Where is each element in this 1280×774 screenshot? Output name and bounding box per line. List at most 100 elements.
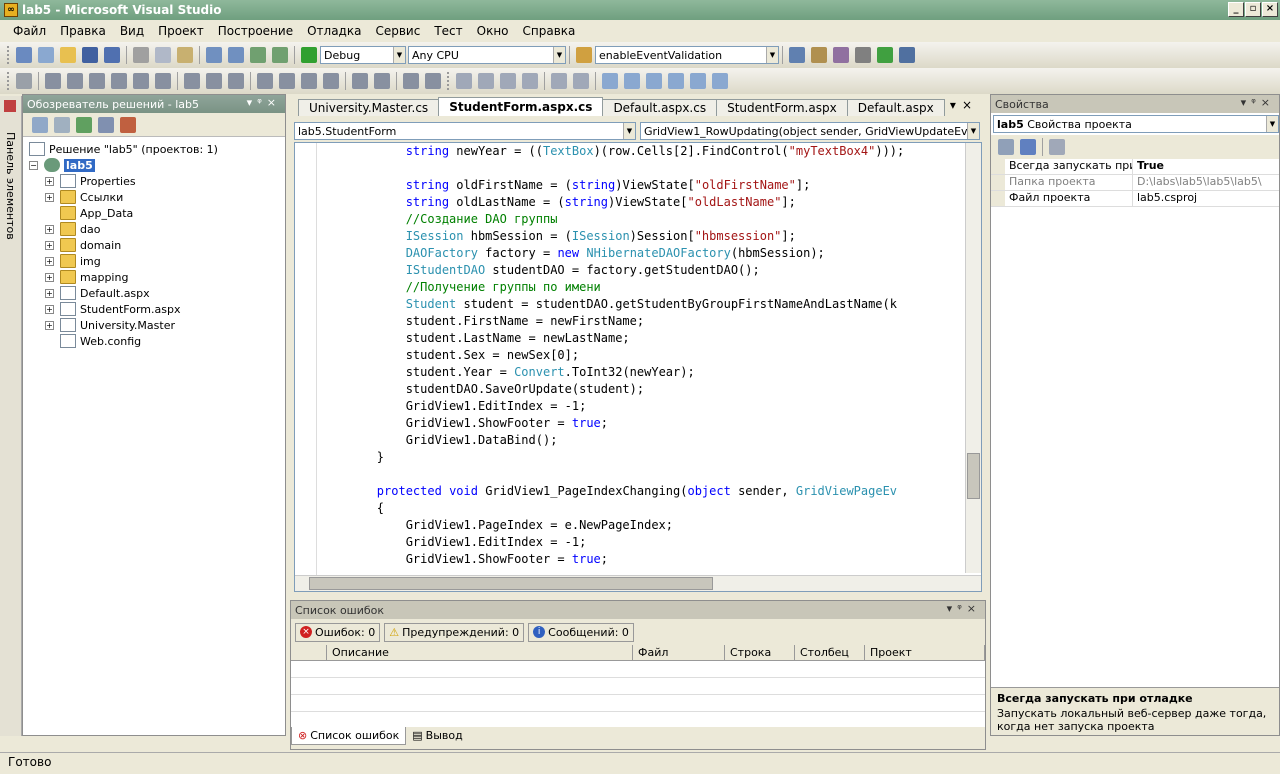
spacing-icon[interactable] <box>257 73 273 89</box>
column-file[interactable]: Файл <box>633 645 725 660</box>
format-icon[interactable] <box>551 73 567 89</box>
add-item-icon[interactable] <box>38 47 54 63</box>
menu-file[interactable]: Файл <box>6 24 53 38</box>
alphabetical-icon[interactable] <box>1020 139 1036 155</box>
tree-item-properties[interactable]: + Properties <box>45 173 285 189</box>
property-row[interactable]: Папка проекта D:\labs\lab5\lab5\lab5\ <box>991 175 1279 191</box>
platform-combo[interactable]: Any CPU ▼ <box>408 46 566 64</box>
close-button[interactable]: × <box>1262 2 1278 17</box>
minimize-button[interactable]: _ <box>1228 2 1244 17</box>
align-center-icon[interactable] <box>67 73 83 89</box>
make-same-width-icon[interactable] <box>184 73 200 89</box>
horizontal-scrollbar[interactable] <box>295 575 981 591</box>
column-description[interactable]: Описание <box>327 645 633 660</box>
tree-item-web-config[interactable]: Web.config <box>45 333 285 349</box>
clear-bookmarks-icon[interactable] <box>712 73 728 89</box>
panel-close-icon[interactable]: × <box>267 96 281 109</box>
next-bookmark-icon[interactable] <box>646 73 662 89</box>
menu-debug[interactable]: Отладка <box>300 24 368 38</box>
open-file-icon[interactable] <box>60 47 76 63</box>
tree-item-app-data[interactable]: App_Data <box>45 205 285 221</box>
config-combo[interactable]: Debug ▼ <box>320 46 406 64</box>
categorized-icon[interactable] <box>998 139 1014 155</box>
tab-default-aspx[interactable]: Default.aspx <box>846 99 945 116</box>
menu-help[interactable]: Справка <box>516 24 583 38</box>
find-combo[interactable]: enableEventValidation ▼ <box>595 46 779 64</box>
make-same-height-icon[interactable] <box>206 73 222 89</box>
copy-website-icon[interactable] <box>98 116 114 133</box>
code-text[interactable]: string newYear = ((TextBox)(row.Cells[2]… <box>319 143 904 568</box>
toolbar-grip[interactable] <box>7 46 10 64</box>
toolbox-icon[interactable] <box>855 47 871 63</box>
panel-close-icon[interactable]: × <box>1261 96 1275 109</box>
send-to-back-icon[interactable] <box>425 73 441 89</box>
member-combo[interactable]: GridView1_RowUpdating(object sender, Gri… <box>640 122 980 140</box>
tree-item-mapping[interactable]: + mapping <box>45 269 285 285</box>
panel-close-icon[interactable]: × <box>967 602 981 615</box>
tree-item-references[interactable]: + Ссылки <box>45 189 285 205</box>
size-to-grid-icon[interactable] <box>228 73 244 89</box>
scrollbar-thumb[interactable] <box>309 577 713 590</box>
panel-dropdown-icon[interactable]: ▾ <box>947 602 958 615</box>
align-middle-icon[interactable] <box>133 73 149 89</box>
pin-icon[interactable]: ᵠ <box>957 602 967 615</box>
solution-root[interactable]: Решение "lab5" (проектов: 1) <box>29 141 285 157</box>
object-selector[interactable]: lab5 Свойства проекта ▼ <box>993 115 1279 133</box>
toolbar-grip[interactable] <box>7 72 10 90</box>
find-in-files-icon[interactable] <box>576 47 592 63</box>
comment-icon[interactable] <box>456 73 472 89</box>
warnings-filter-button[interactable]: ⚠ Предупреждений: 0 <box>384 622 525 642</box>
align-top-icon[interactable] <box>111 73 127 89</box>
menu-test[interactable]: Тест <box>427 24 469 38</box>
remove-spacing-icon[interactable] <box>323 73 339 89</box>
indent-icon[interactable] <box>522 73 538 89</box>
tab-studentform-aspx-cs[interactable]: StudentForm.aspx.cs <box>438 97 604 116</box>
messages-filter-button[interactable]: i Сообщений: 0 <box>528 622 634 642</box>
center-horizontal-icon[interactable] <box>352 73 368 89</box>
tree-item-studentform-aspx[interactable]: + StudentForm.aspx <box>45 301 285 317</box>
pin-icon[interactable]: ᵠ <box>257 96 267 109</box>
panel-dropdown-icon[interactable]: ▾ <box>1241 96 1252 109</box>
cut-icon[interactable] <box>133 47 149 63</box>
prev-bookmark-folder-icon[interactable] <box>668 73 684 89</box>
tab-studentform-aspx[interactable]: StudentForm.aspx <box>716 99 848 116</box>
project-node[interactable]: − lab5 <box>29 157 285 173</box>
properties-icon[interactable] <box>32 116 48 133</box>
show-all-files-icon[interactable] <box>54 116 70 133</box>
asp-net-config-icon[interactable] <box>120 116 136 133</box>
object-browser-icon[interactable] <box>833 47 849 63</box>
property-row[interactable]: Файл проекта lab5.csproj <box>991 191 1279 207</box>
class-combo[interactable]: lab5.StudentForm ▼ <box>294 122 636 140</box>
menu-view[interactable]: Вид <box>113 24 151 38</box>
menu-tools[interactable]: Сервис <box>368 24 427 38</box>
start-page-icon[interactable] <box>877 47 893 63</box>
toolbox-side-tab[interactable]: Панель элементов <box>0 96 22 736</box>
list-members-icon[interactable] <box>573 73 589 89</box>
vertical-scrollbar[interactable] <box>965 143 981 573</box>
column-project[interactable]: Проект <box>865 645 985 660</box>
align-grid-icon[interactable] <box>16 73 32 89</box>
tree-item-dao[interactable]: + dao <box>45 221 285 237</box>
property-pages-icon[interactable] <box>1049 139 1065 155</box>
tree-item-img[interactable]: + img <box>45 253 285 269</box>
column-line[interactable]: Строка <box>725 645 795 660</box>
tree-item-default-aspx[interactable]: + Default.aspx <box>45 285 285 301</box>
column-column[interactable]: Столбец <box>795 645 865 660</box>
new-project-icon[interactable] <box>16 47 32 63</box>
panel-dropdown-icon[interactable]: ▾ <box>247 96 258 109</box>
tree-item-university-master[interactable]: + University.Master <box>45 317 285 333</box>
pin-icon[interactable]: ᵠ <box>1251 96 1261 109</box>
menu-build[interactable]: Построение <box>211 24 300 38</box>
prev-bookmark-icon[interactable] <box>624 73 640 89</box>
properties-window-icon[interactable] <box>811 47 827 63</box>
toolbar-grip[interactable] <box>447 72 450 90</box>
close-document-icon[interactable]: × <box>962 98 978 112</box>
increase-spacing-icon[interactable] <box>279 73 295 89</box>
errors-filter-button[interactable]: × Ошибок: 0 <box>295 622 381 642</box>
next-bookmark-folder-icon[interactable] <box>690 73 706 89</box>
tab-error-list[interactable]: ⊗ Список ошибок <box>291 727 407 745</box>
undo-icon[interactable] <box>206 47 222 63</box>
menu-edit[interactable]: Правка <box>53 24 113 38</box>
tree-item-domain[interactable]: + domain <box>45 237 285 253</box>
save-icon[interactable] <box>82 47 98 63</box>
